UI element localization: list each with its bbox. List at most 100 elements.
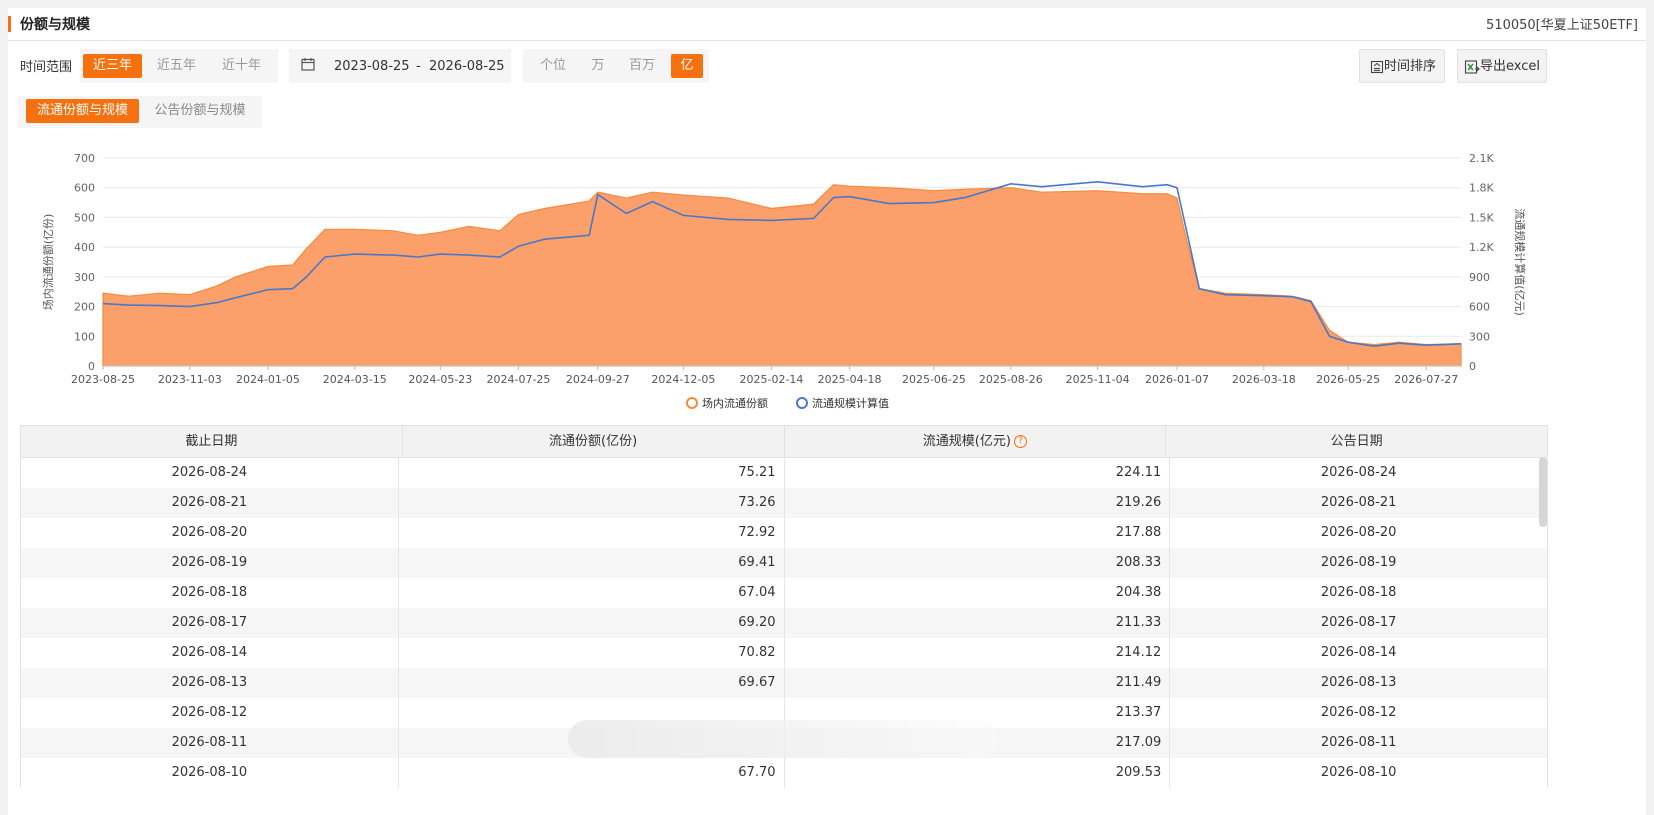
col-circulating-share[interactable]: 流通份额(亿份) bbox=[401, 426, 784, 457]
date-start[interactable]: 2023-08-25 bbox=[334, 59, 410, 74]
y-tick-right: 1.8K bbox=[1469, 182, 1494, 195]
cell-circulating-share: 67.04 bbox=[397, 578, 784, 608]
table-row: 2026-08-17 69.20 211.33 2026-08-17 bbox=[21, 608, 1547, 638]
col-circulating-scale[interactable]: 流通规模(亿元)? bbox=[783, 426, 1166, 457]
cell-announce-date: 2026-08-20 bbox=[1169, 518, 1547, 548]
cell-circulating-scale: 214.12 bbox=[783, 638, 1170, 668]
cell-announce-date: 2026-08-13 bbox=[1169, 668, 1547, 698]
cell-end-date: 2026-08-21 bbox=[171, 495, 248, 510]
table-row: 2026-08-13 69.67 211.49 2026-08-13 bbox=[21, 668, 1547, 698]
unit-ones-button[interactable]: 个位 bbox=[530, 54, 576, 78]
date-end[interactable]: 2026-08-25 bbox=[429, 59, 505, 74]
cell-announce-date: 2026-08-12 bbox=[1169, 698, 1547, 728]
x-tick-label: 2025-04-18 bbox=[818, 373, 882, 386]
date-separator: - bbox=[416, 59, 421, 74]
unit-yi-button[interactable]: 亿 bbox=[671, 54, 703, 78]
table-row: 2026-08-18 67.04 204.38 2026-08-18 bbox=[21, 578, 1547, 608]
x-tick-label: 2024-12-05 bbox=[651, 373, 715, 386]
unit-wan-button[interactable]: 万 bbox=[581, 54, 615, 78]
table-scrollbar[interactable] bbox=[1539, 457, 1547, 527]
y-tick-right: 1.2K bbox=[1469, 241, 1494, 254]
x-tick-label: 2026-03-18 bbox=[1232, 373, 1296, 386]
range-3y-button[interactable]: 近三年 bbox=[83, 54, 142, 78]
y-tick-left: 400 bbox=[74, 241, 95, 254]
cell-end-date: 2026-08-13 bbox=[171, 675, 248, 690]
y-tick-left: 700 bbox=[74, 152, 95, 165]
cell-circulating-scale: 209.53 bbox=[783, 758, 1170, 788]
loading-overlay bbox=[568, 720, 998, 758]
unit-million-button[interactable]: 百万 bbox=[620, 54, 664, 78]
table-row: 2026-08-14 70.82 214.12 2026-08-14 bbox=[21, 638, 1547, 668]
series-area-circulating-share bbox=[102, 184, 1462, 367]
sort-icon bbox=[1370, 60, 1384, 73]
col-end-date[interactable]: 截止日期 bbox=[21, 426, 402, 457]
legend-label-circulating-share: 场内流通份额 bbox=[702, 396, 768, 410]
y-tick-right: 300 bbox=[1469, 330, 1490, 343]
range-10y-button[interactable]: 近十年 bbox=[212, 54, 271, 78]
export-excel-button[interactable]: 导出excel bbox=[1457, 49, 1547, 83]
table-row: 2026-08-21 73.26 219.26 2026-08-21 bbox=[21, 488, 1547, 518]
cell-circulating-scale: 224.11 bbox=[783, 458, 1170, 488]
cell-end-date: 2026-08-24 bbox=[171, 465, 248, 480]
y-tick-right: 1.5K bbox=[1469, 211, 1494, 224]
x-tick-label: 2024-03-15 bbox=[323, 373, 387, 386]
x-tick-label: 2024-09-27 bbox=[566, 373, 630, 386]
legend-label-circulating-scale: 流通规模计算值 bbox=[812, 396, 889, 410]
x-tick-label: 2025-11-04 bbox=[1066, 373, 1130, 386]
calendar-icon bbox=[301, 58, 315, 71]
page-title: 份额与规模 bbox=[20, 17, 90, 33]
time-sort-button[interactable]: 时间排序 bbox=[1359, 49, 1445, 83]
cell-end-date: 2026-08-14 bbox=[171, 645, 248, 660]
y-axis-label-right: 流通规模计算值(亿元) bbox=[1513, 208, 1527, 316]
legend-marker-circulating-scale bbox=[796, 397, 808, 409]
cell-announce-date: 2026-08-14 bbox=[1169, 638, 1547, 668]
cell-circulating-share: 69.67 bbox=[397, 668, 784, 698]
cell-end-date: 2026-08-12 bbox=[171, 705, 248, 720]
cell-end-date: 2026-08-20 bbox=[171, 525, 248, 540]
y-tick-left: 100 bbox=[74, 330, 95, 343]
table-row: 2026-08-24 75.21 224.11 2026-08-24 bbox=[21, 458, 1547, 488]
range-5y-button[interactable]: 近五年 bbox=[147, 54, 206, 78]
cell-circulating-share: 69.41 bbox=[397, 548, 784, 578]
excel-icon bbox=[1464, 59, 1480, 74]
x-tick-label: 2026-07-27 bbox=[1394, 373, 1458, 386]
x-tick-label: 2026-05-25 bbox=[1316, 373, 1380, 386]
panel-header: 份额与规模 510050[华夏上证50ETF] bbox=[8, 8, 1646, 41]
tab-announced-share[interactable]: 公告份额与规模 bbox=[144, 99, 256, 123]
cell-circulating-scale: 208.33 bbox=[783, 548, 1170, 578]
tab-circulating-share[interactable]: 流通份额与规模 bbox=[26, 99, 139, 123]
x-tick-label: 2024-01-05 bbox=[236, 373, 300, 386]
table-row: 2026-08-20 72.92 217.88 2026-08-20 bbox=[21, 518, 1547, 548]
cell-announce-date: 2026-08-11 bbox=[1169, 728, 1547, 758]
share-scale-panel: 份额与规模 510050[华夏上证50ETF] 时间范围 近三年 近五年 近十年… bbox=[8, 8, 1646, 815]
y-tick-right: 0 bbox=[1469, 360, 1476, 373]
cell-circulating-share: 75.21 bbox=[397, 458, 784, 488]
y-tick-left: 200 bbox=[74, 301, 95, 314]
cell-announce-date: 2026-08-17 bbox=[1169, 608, 1547, 638]
share-scale-chart: 0 100 200 300 400 500 600 700 0 300 600 900 1.2K 1.5K… bbox=[41, 152, 1527, 410]
x-tick-label: 2024-05-23 bbox=[408, 373, 472, 386]
table-row: 2026-08-10 67.70 209.53 2026-08-10 bbox=[21, 758, 1547, 788]
cell-circulating-share: 73.26 bbox=[397, 488, 784, 518]
x-tick-label: 2023-11-03 bbox=[158, 373, 222, 386]
cell-end-date: 2026-08-10 bbox=[171, 765, 248, 780]
cell-announce-date: 2026-08-18 bbox=[1169, 578, 1547, 608]
col-circulating-scale-label: 流通规模(亿元) bbox=[922, 434, 1011, 449]
help-icon[interactable]: ? bbox=[1013, 435, 1027, 448]
cell-end-date: 2026-08-11 bbox=[171, 735, 248, 750]
col-announce-date[interactable]: 公告日期 bbox=[1165, 426, 1547, 457]
y-tick-right: 900 bbox=[1469, 271, 1490, 284]
cell-circulating-share: 72.92 bbox=[397, 518, 784, 548]
time-sort-label: 时间排序 bbox=[1384, 59, 1437, 74]
cell-circulating-share: 70.82 bbox=[397, 638, 784, 668]
y-axis-label-left: 场内流通份额(亿份) bbox=[41, 214, 55, 311]
cell-announce-date: 2026-08-10 bbox=[1169, 758, 1547, 788]
cell-circulating-scale: 211.49 bbox=[783, 668, 1170, 698]
y-tick-right: 600 bbox=[1469, 301, 1490, 314]
x-tick-label: 2023-08-25 bbox=[71, 373, 135, 386]
header-accent-bar bbox=[8, 16, 11, 32]
x-tick-label: 2026-01-07 bbox=[1145, 373, 1209, 386]
cell-end-date: 2026-08-18 bbox=[171, 585, 248, 600]
x-tick-label: 2024-07-25 bbox=[486, 373, 550, 386]
cell-end-date: 2026-08-17 bbox=[171, 615, 248, 630]
